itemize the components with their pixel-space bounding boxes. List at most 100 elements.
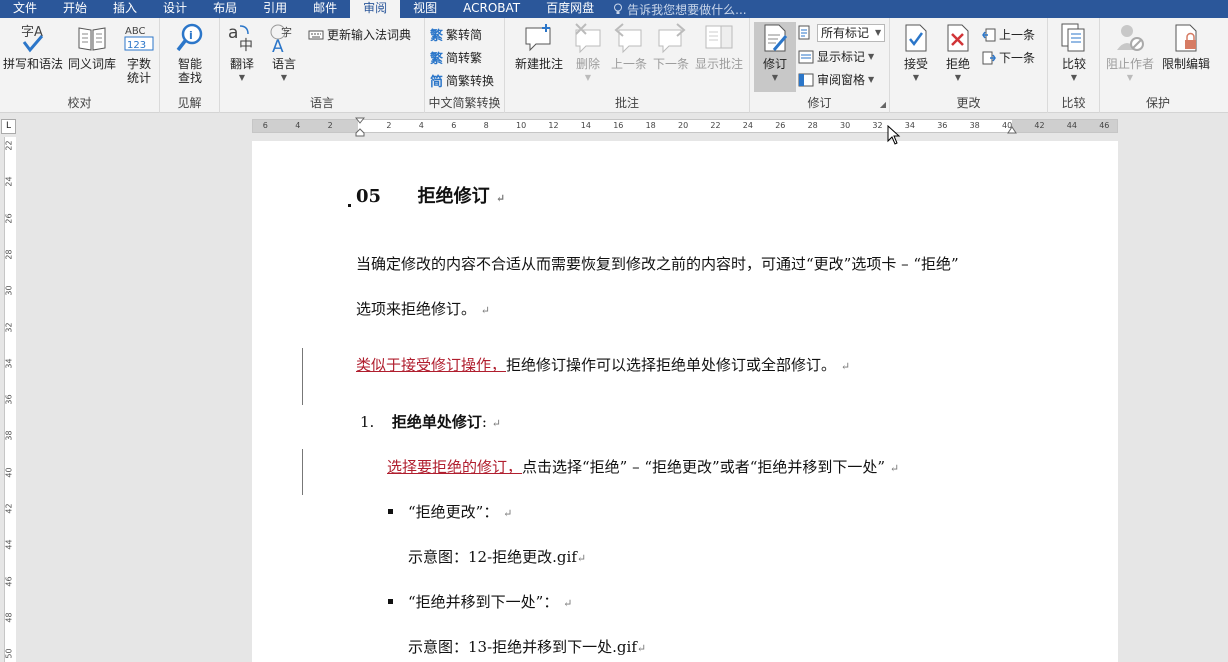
accept-label: 接受 xyxy=(903,57,928,71)
language-button[interactable]: 字A 语言 ▼ xyxy=(264,22,304,85)
delete-comment-button[interactable]: 删除 ▼ xyxy=(569,22,607,85)
paragraph-anchor xyxy=(348,204,351,207)
ruler-tick-label: 22 xyxy=(4,140,14,151)
paragraph-mark: ↵ xyxy=(491,417,501,430)
right-indent-marker-icon[interactable] xyxy=(1007,122,1017,134)
chinese-conversion-button[interactable]: 简 简繁转换 xyxy=(430,71,494,90)
new-comment-icon xyxy=(525,24,551,52)
tab-view[interactable]: 视图 xyxy=(400,0,450,18)
bullet-item-2-image-text: 示意图：13-拒绝并移到下一处.gif xyxy=(408,638,637,656)
chevron-down-icon: ▼ xyxy=(868,75,875,84)
reviewing-pane-label: 审阅窗格 xyxy=(817,73,866,87)
tab-file[interactable]: 文件 xyxy=(0,0,50,18)
tab-acrobat[interactable]: ACROBAT xyxy=(450,0,533,18)
thesaurus-button[interactable]: 同义词库 xyxy=(66,22,118,71)
group-protect: 阻止作者 ▼ 限制编辑 保护 xyxy=(1100,18,1216,113)
restrict-editing-button[interactable]: 限制编辑 xyxy=(1158,22,1214,71)
horizontal-ruler[interactable]: 6 4 2 2 4 6 8 10 12 14 16 18 20 22 24 26 28 30 32 34 36 38 40 4… xyxy=(252,117,1118,137)
paragraph-2: 类似于接受修订操作，拒绝修订操作可以选择拒绝单处修订或全部修订。 ↵ xyxy=(356,354,850,375)
tab-design[interactable]: 设计 xyxy=(150,0,200,18)
chevron-down-icon: ▼ xyxy=(875,28,882,37)
group-chinese-conversion: 繁 繁转简 繁 简转繁 简 简繁转换 中文简繁转换 xyxy=(425,18,505,113)
paragraph-1-line-2-text: 选项来拒绝修订。 xyxy=(356,300,477,318)
show-comments-button[interactable]: 显示批注 xyxy=(691,22,747,71)
paragraph-mark: ↵ xyxy=(480,304,491,317)
simplified-to-traditional-button[interactable]: 繁 简转繁 xyxy=(430,48,482,67)
group-comments: 新建批注 删除 ▼ 上一条 下一条 显示批注 批注 xyxy=(505,18,750,113)
ruler-tick-label: 34 xyxy=(4,358,14,369)
restrict-editing-icon xyxy=(1175,24,1197,52)
markup-select[interactable]: 所有标记 ▼ xyxy=(817,24,886,42)
spelling-grammar-button[interactable]: 字A 拼写和语法 xyxy=(2,22,64,71)
bullet-item-2-image-caption: 示意图：13-拒绝并移到下一处.gif↵ xyxy=(408,636,646,657)
smart-lookup-button[interactable]: i 智能 查找 xyxy=(164,22,216,85)
tab-mailings[interactable]: 邮件 xyxy=(300,0,350,18)
bullet-item-2-text: “拒绝并移到下一处”： xyxy=(408,593,559,611)
next-change-icon xyxy=(982,51,996,64)
inserted-revision-text[interactable]: 选择要拒绝的修订， xyxy=(387,458,522,476)
accept-icon xyxy=(905,24,927,52)
ruler-tick-label: 32 xyxy=(872,121,883,130)
ruler-tick-label: 24 xyxy=(742,121,753,130)
block-authors-button[interactable]: 阻止作者 ▼ xyxy=(1104,22,1156,85)
tab-references[interactable]: 引用 xyxy=(250,0,300,18)
display-for-review-dropdown[interactable]: 所有标记 ▼ xyxy=(798,24,886,42)
ruler-tick-label: 26 xyxy=(775,121,786,130)
tab-review[interactable]: 审阅 xyxy=(350,0,401,18)
previous-comment-button[interactable]: 上一条 xyxy=(609,22,649,71)
group-compare: 比较 ▼ 比较 xyxy=(1048,18,1100,113)
update-ime-dictionary-label: 更新输入法词典 xyxy=(327,28,412,42)
translate-button[interactable]: a中 翻译 ▼ xyxy=(222,22,262,85)
word-count-button[interactable]: ABC 123 字数 统计 xyxy=(120,22,158,85)
smart-lookup-label-2: 查找 xyxy=(177,71,202,85)
tab-selector[interactable]: L xyxy=(1,119,16,134)
show-markup-icon xyxy=(798,50,814,63)
document-page[interactable]: 05 拒绝修订 ↵ 当确定修改的内容不合适从而需要恢复到修改之前的内容时，可通过… xyxy=(252,141,1118,662)
compare-button[interactable]: 比较 ▼ xyxy=(1054,22,1094,85)
reviewing-pane-button[interactable]: 审阅窗格 ▼ xyxy=(798,71,874,88)
new-comment-button[interactable]: 新建批注 xyxy=(510,22,568,71)
tab-layout[interactable]: 布局 xyxy=(200,0,250,18)
previous-change-label: 上一条 xyxy=(999,28,1036,42)
chevron-down-icon: ▼ xyxy=(954,73,962,82)
delete-comment-label: 删除 xyxy=(575,57,600,71)
previous-comment-label: 上一条 xyxy=(610,57,647,71)
next-change-button[interactable]: 下一条 xyxy=(982,49,1035,66)
tab-baidu-netdisk[interactable]: 百度网盘 xyxy=(533,0,607,18)
svg-text:A: A xyxy=(272,37,284,54)
update-ime-dictionary-button[interactable]: 更新输入法词典 xyxy=(308,26,411,43)
accept-button[interactable]: 接受 ▼ xyxy=(896,22,936,85)
ruler-tick-label: 8 xyxy=(483,121,489,130)
compare-icon xyxy=(1061,23,1085,52)
indent-marker-icon[interactable] xyxy=(355,117,365,137)
previous-change-button[interactable]: 上一条 xyxy=(982,26,1035,43)
show-markup-button[interactable]: 显示标记 ▼ xyxy=(798,48,874,65)
restrict-editing-label: 限制编辑 xyxy=(1161,57,1210,71)
previous-comment-icon xyxy=(614,23,642,54)
svg-text:123: 123 xyxy=(127,40,146,51)
reject-button[interactable]: 拒绝 ▼ xyxy=(938,22,978,85)
group-label-changes: 更改 xyxy=(956,96,981,110)
traditional-to-simplified-icon: 繁 xyxy=(430,29,444,44)
tell-me-box[interactable]: 告诉我您想要做什么... xyxy=(613,1,747,18)
tab-home[interactable]: 开始 xyxy=(50,0,100,18)
keyboard-icon xyxy=(308,30,324,39)
svg-text:ABC: ABC xyxy=(125,26,146,37)
delete-comment-icon xyxy=(575,23,601,54)
ruler-tick-label: 44 xyxy=(1066,121,1077,130)
chinese-conversion-label: 简繁转换 xyxy=(446,74,495,88)
tab-insert[interactable]: 插入 xyxy=(100,0,150,18)
inserted-revision-text[interactable]: 类似于接受修订操作， xyxy=(356,356,506,374)
bullet-item-1: “拒绝更改”： ↵ xyxy=(408,501,512,522)
translate-icon: a中 xyxy=(228,23,253,54)
track-changes-button[interactable]: 修订 ▼ xyxy=(754,22,796,92)
list-item-1-title: 拒绝单处修订 xyxy=(391,413,482,431)
smart-lookup-label-1: 智能 xyxy=(177,57,202,71)
chevron-down-icon: ▼ xyxy=(280,73,288,82)
group-changes: 接受 ▼ 拒绝 ▼ 上一条 下一条 更改 xyxy=(890,18,1048,113)
group-label-chinese-conversion: 中文简繁转换 xyxy=(428,96,501,110)
traditional-to-simplified-button[interactable]: 繁 繁转简 xyxy=(430,25,482,44)
next-comment-button[interactable]: 下一条 xyxy=(651,22,691,71)
simplified-to-traditional-icon: 繁 xyxy=(430,52,444,67)
list-item-1: 1. 拒绝单处修订: ↵ xyxy=(360,411,501,432)
